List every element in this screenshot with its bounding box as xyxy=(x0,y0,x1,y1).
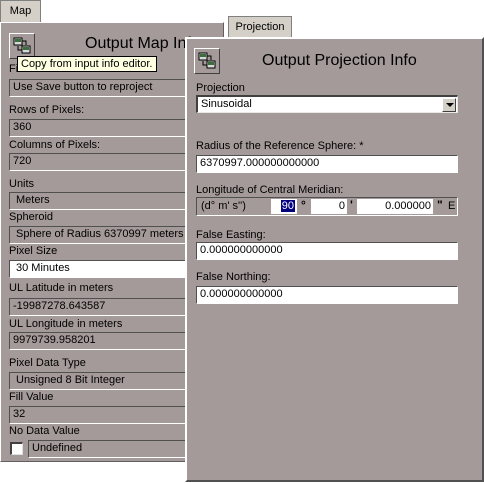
seconds-input[interactable]: 0.000000 xyxy=(357,199,433,214)
minutes-input[interactable]: 0 xyxy=(311,199,347,214)
pixel-data-type-field[interactable]: Unsigned 8 Bit Integer xyxy=(9,372,187,390)
minute-symbol: ' xyxy=(350,198,353,212)
app-root: Map Projection Output Map Info File Name… xyxy=(0,0,484,483)
degrees-input[interactable]: 90 xyxy=(271,199,297,214)
false-easting-label: False Easting: xyxy=(196,229,266,241)
columns-field: 720 xyxy=(9,153,187,171)
ul-longitude-label: UL Longitude in meters xyxy=(9,318,123,330)
copy-icon xyxy=(13,37,31,54)
fill-value-field: 32 xyxy=(9,406,187,424)
file-name-field: Use Save button to reproject xyxy=(9,79,187,97)
ul-latitude-field: -19987278.643587 xyxy=(9,298,187,316)
chevron-down-icon[interactable] xyxy=(442,98,456,112)
no-data-value-field: Undefined xyxy=(28,440,187,458)
degree-symbol: ° xyxy=(301,198,306,212)
ul-longitude-field: 9979739.958201 xyxy=(9,332,187,350)
spheroid-field[interactable]: Sphere of Radius 6370997 meters xyxy=(9,226,187,244)
units-field[interactable]: Meters xyxy=(9,192,187,210)
radius-input[interactable]: 6370997.000000000000 xyxy=(196,155,458,173)
units-label: Units xyxy=(9,178,35,190)
fill-value-label: Fill Value xyxy=(9,391,54,403)
projection-panel-title: Output Projection Info xyxy=(262,52,417,69)
radius-label: Radius of the Reference Sphere: * xyxy=(196,140,364,152)
pixel-size-label: Pixel Size xyxy=(9,245,58,257)
rows-label: Rows of Pixels: xyxy=(9,104,85,116)
tab-projection[interactable]: Projection xyxy=(228,16,292,38)
tab-map[interactable]: Map xyxy=(0,0,41,22)
false-easting-input[interactable]: 0.000000000000 xyxy=(196,242,458,260)
false-northing-input[interactable]: 0.000000000000 xyxy=(196,286,458,304)
false-northing-label: False Northing: xyxy=(196,271,271,283)
map-panel-title: Output Map Info xyxy=(85,35,200,52)
projection-dropdown[interactable]: Sinusoidal xyxy=(196,95,458,113)
pixel-size-field[interactable]: 30 Minutes xyxy=(9,260,187,278)
second-symbol: " xyxy=(437,198,443,212)
columns-label: Columns of Pixels: xyxy=(9,139,101,151)
copy-icon xyxy=(198,52,216,69)
projection-copy-button[interactable] xyxy=(194,48,220,74)
no-data-value-label: No Data Value xyxy=(9,425,80,437)
rows-field: 360 xyxy=(9,119,187,137)
central-meridian-label: Longitude of Central Meridian: xyxy=(196,184,344,196)
pixel-data-type-label: Pixel Data Type xyxy=(9,357,86,369)
degrees-value: 90 xyxy=(280,200,295,212)
no-data-checkbox[interactable] xyxy=(10,442,23,455)
output-projection-info-panel: Output Projection Info Projection Sinuso… xyxy=(185,37,484,482)
projection-label: Projection xyxy=(196,82,245,94)
hemisphere-toggle[interactable]: E xyxy=(448,200,455,212)
central-meridian-dms: (d° m' s'') 90 ° 0 ' 0.000000 " E xyxy=(196,197,458,216)
dms-format-label: (d° m' s'') xyxy=(201,200,246,212)
spheroid-label: Spheroid xyxy=(9,211,54,223)
projection-dropdown-value: Sinusoidal xyxy=(201,98,252,110)
copy-tooltip: Copy from input info editor. xyxy=(17,56,157,72)
ul-latitude-label: UL Latitude in meters xyxy=(9,282,114,294)
